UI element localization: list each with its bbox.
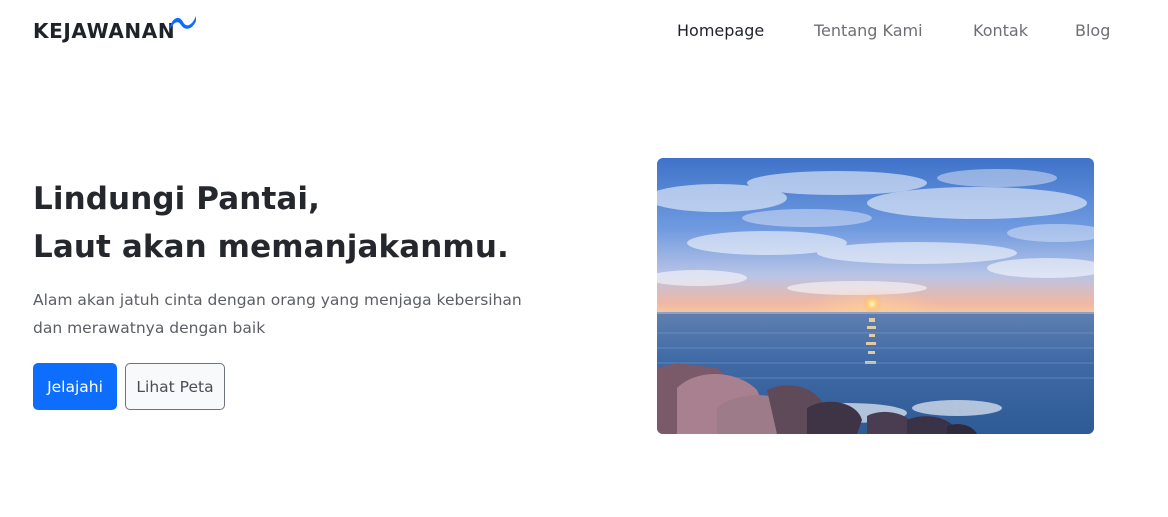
view-map-button[interactable]: Lihat Peta: [125, 363, 225, 410]
nav-menu: Homepage Tentang Kami Kontak Blog: [0, 19, 1168, 43]
sunset-sea-image: [657, 158, 1094, 434]
explore-button[interactable]: Jelajahi: [33, 363, 117, 410]
hero-image: [657, 158, 1094, 434]
nav-item-blog[interactable]: Blog: [1075, 19, 1110, 43]
nav-item-kontak[interactable]: Kontak: [973, 19, 1028, 43]
hero-title: Lindungi Pantai, Laut akan memanjakanmu.: [33, 175, 509, 271]
nav-item-homepage[interactable]: Homepage: [677, 19, 764, 43]
nav-item-tentang-kami[interactable]: Tentang Kami: [814, 19, 923, 43]
navbar: KEJAWANAN Homepage Tentang Kami Kontak B…: [0, 0, 1168, 62]
hero-description-line2: dan merawatnya dengan baik: [33, 319, 266, 337]
hero-title-line2: Laut akan memanjakanmu.: [33, 229, 509, 265]
hero-title-line1: Lindungi Pantai,: [33, 181, 321, 217]
hero-description-line1: Alam akan jatuh cinta dengan orang yang …: [33, 291, 522, 309]
hero-description: Alam akan jatuh cinta dengan orang yang …: [33, 286, 573, 342]
